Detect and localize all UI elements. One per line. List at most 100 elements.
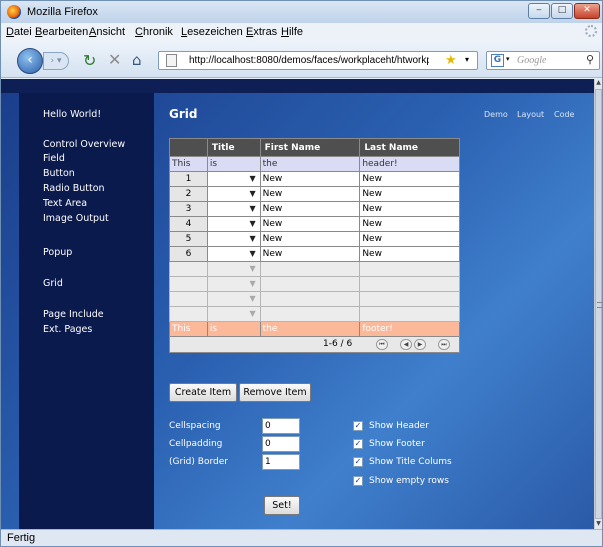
prev-page-icon[interactable]: ◀	[400, 339, 412, 350]
maximize-button[interactable]: □	[551, 3, 573, 19]
chevron-down-icon: ▼	[249, 263, 256, 273]
back-button[interactable]: ‹	[17, 48, 43, 74]
last-name-field[interactable]: New	[359, 171, 460, 187]
first-name-field[interactable]: New	[259, 246, 361, 262]
sidebar-item-text-area[interactable]: Text Area	[43, 198, 87, 209]
first-name-field[interactable]: New	[259, 231, 361, 247]
sidebar-item-field[interactable]: Field	[43, 153, 65, 164]
header-cell: This	[169, 156, 208, 172]
chevron-down-icon[interactable]: ▼	[249, 204, 255, 213]
footer-cell: the	[259, 321, 361, 337]
show-empty-rows-checkbox[interactable]: ✓	[353, 476, 363, 486]
sidebar-item-page-include[interactable]: Page Include	[43, 309, 104, 320]
menu-hilfe[interactable]: Hilfe	[281, 26, 303, 38]
row-number: 6	[169, 246, 208, 262]
create-item-button[interactable]: Create Item	[169, 383, 237, 402]
chevron-down-icon[interactable]: ▼	[249, 249, 255, 258]
menu-extras[interactable]: Extras	[246, 26, 277, 38]
sidebar-item-radio-button[interactable]: Radio Button	[43, 183, 105, 194]
column-header-first-name[interactable]: First Name	[259, 138, 361, 157]
title-select[interactable]: ▼	[206, 246, 261, 262]
url-dropdown-icon[interactable]: ▾	[465, 55, 469, 64]
title-select[interactable]: ▼	[206, 186, 261, 202]
border-input[interactable]: 1	[262, 454, 300, 470]
sidebar-item-image-output[interactable]: Image Output	[43, 213, 109, 224]
first-page-icon[interactable]: ⏮	[376, 339, 388, 350]
border-label: (Grid) Border	[169, 457, 228, 467]
link-code[interactable]: Code	[554, 110, 574, 119]
pager-info: 1-6 / 6	[323, 339, 353, 349]
title-select[interactable]: ▼	[206, 231, 261, 247]
title-select[interactable]: ▼	[206, 171, 261, 187]
address-bar[interactable]: http://localhost:8080/demos/faces/workpl…	[158, 51, 478, 70]
empty-select: ▼	[206, 261, 261, 277]
show-footer-checkbox[interactable]: ✓	[353, 439, 363, 449]
search-placeholder[interactable]: Google	[517, 55, 546, 66]
last-name-field[interactable]: New	[359, 231, 460, 247]
home-icon[interactable]: ⌂	[132, 51, 142, 69]
stop-icon[interactable]: ✕	[108, 50, 121, 69]
empty-cell	[359, 291, 460, 307]
url-text[interactable]: http://localhost:8080/demos/faces/workpl…	[189, 55, 429, 66]
next-page-icon[interactable]: ▶	[414, 339, 426, 350]
menu-lesezeichen[interactable]: Lesezeichen	[181, 26, 243, 38]
sidebar-item-hello-world[interactable]: Hello World!	[43, 109, 101, 120]
scrollbar-thumb[interactable]	[595, 89, 602, 519]
sidebar-item-button[interactable]: Button	[43, 168, 75, 179]
last-name-field[interactable]: New	[359, 201, 460, 217]
sidebar-item-popup[interactable]: Popup	[43, 247, 72, 258]
column-header-title[interactable]: Title	[206, 138, 261, 157]
chevron-down-icon[interactable]: ▼	[249, 174, 255, 183]
search-icon[interactable]: ⚲	[586, 53, 594, 66]
reload-icon[interactable]: ↻	[83, 51, 96, 70]
show-header-checkbox[interactable]: ✓	[353, 421, 363, 431]
cellspacing-input[interactable]: 0	[262, 418, 300, 434]
remove-item-button[interactable]: Remove Item	[239, 383, 311, 402]
sidebar: Hello World! Control Overview Field Butt…	[19, 93, 154, 529]
link-layout[interactable]: Layout	[517, 110, 544, 119]
empty-cell	[259, 276, 361, 292]
menu-datei[interactable]: Datei	[6, 26, 32, 38]
minimize-button[interactable]: ‒	[528, 3, 550, 19]
bookmark-star-icon[interactable]: ★	[445, 53, 457, 68]
vertical-scrollbar[interactable]: ▲ ▼	[594, 79, 602, 529]
close-button[interactable]: ✕	[574, 3, 600, 19]
scroll-up-icon[interactable]: ▲	[595, 79, 602, 88]
last-name-field[interactable]: New	[359, 246, 460, 262]
chevron-down-icon[interactable]: ▼	[249, 234, 255, 243]
link-demo[interactable]: Demo	[484, 110, 508, 119]
first-name-field[interactable]: New	[259, 186, 361, 202]
chevron-down-icon[interactable]: ▼	[249, 219, 255, 228]
menu-chronik[interactable]: Chronik	[135, 26, 173, 38]
chevron-down-icon: ▼	[249, 308, 256, 318]
set-button[interactable]: Set!	[264, 496, 300, 515]
title-select[interactable]: ▼	[206, 201, 261, 217]
window-title: Mozilla Firefox	[27, 6, 98, 18]
status-bar: Fertig	[1, 529, 602, 546]
empty-row: ▼	[169, 291, 460, 307]
first-name-field[interactable]: New	[259, 171, 361, 187]
last-page-icon[interactable]: ⏭	[438, 339, 450, 350]
menu-ansicht[interactable]: Ansicht	[89, 26, 125, 38]
menu-bearbeiten[interactable]: Bearbeiten	[35, 26, 88, 38]
sidebar-item-grid[interactable]: Grid	[43, 278, 63, 289]
google-icon[interactable]: G	[491, 54, 504, 67]
column-header-last-name[interactable]: Last Name	[359, 138, 460, 157]
first-name-field[interactable]: New	[259, 216, 361, 232]
search-box[interactable]: G ▾ Google ⚲	[486, 51, 600, 70]
last-name-field[interactable]: New	[359, 216, 460, 232]
first-name-field[interactable]: New	[259, 201, 361, 217]
header-cell: is	[206, 156, 261, 172]
last-name-field[interactable]: New	[359, 186, 460, 202]
chevron-down-icon[interactable]: ▼	[249, 189, 255, 198]
sidebar-item-ext-pages[interactable]: Ext. Pages	[43, 324, 92, 335]
forward-button[interactable]: › ▾	[43, 52, 69, 70]
show-title-columns-checkbox[interactable]: ✓	[353, 457, 363, 467]
sidebar-item-control-overview[interactable]: Control Overview	[43, 139, 125, 150]
scroll-down-icon[interactable]: ▼	[595, 520, 602, 529]
firefox-icon	[7, 5, 21, 19]
engine-dropdown-icon[interactable]: ▾	[506, 55, 510, 63]
cellpadding-input[interactable]: 0	[262, 436, 300, 452]
empty-cell	[259, 261, 361, 277]
title-select[interactable]: ▼	[206, 216, 261, 232]
